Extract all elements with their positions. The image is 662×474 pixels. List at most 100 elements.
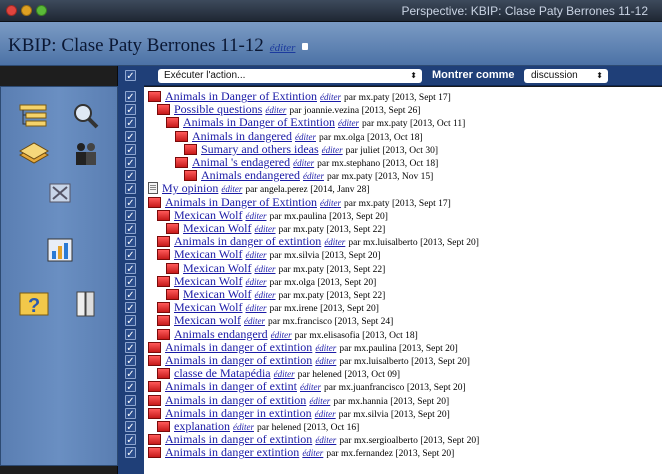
entry-title-link[interactable]: Animals endangerd — [174, 327, 268, 341]
entry-title-link[interactable]: Animals in danger of extition — [165, 393, 306, 407]
chart-icon[interactable] — [43, 235, 77, 265]
entry-title-link[interactable]: Mexican Wolf — [183, 261, 251, 275]
stack-icon[interactable] — [17, 139, 51, 169]
entry-title-link[interactable]: Mexican Wolf — [183, 287, 251, 301]
row-checkbox[interactable]: ✓ — [125, 275, 136, 288]
entry-edit-link[interactable]: éditer — [221, 184, 242, 194]
entry-title-link[interactable]: Animals in danger of extintion — [165, 340, 312, 354]
row-checkbox[interactable]: ✓ — [125, 143, 136, 156]
entry-edit-link[interactable]: éditer — [300, 382, 321, 392]
row-checkbox[interactable]: ✓ — [125, 170, 136, 182]
entry-title-link[interactable]: explanation — [174, 419, 230, 433]
entry-edit-link[interactable]: éditer — [245, 211, 266, 221]
entry-title-link[interactable]: Animals in Danger of Extintion — [165, 89, 317, 103]
entry-title-link[interactable]: Animals in danger of extintion — [165, 353, 312, 367]
entry-edit-link[interactable]: éditer — [244, 316, 265, 326]
entry-title-link[interactable]: Mexican Wolf — [174, 274, 242, 288]
entry-title-link[interactable]: Animals in Danger of Extintion — [165, 195, 317, 209]
entry-title-link[interactable]: Animals in danger in extintion — [165, 406, 312, 420]
row-checkbox[interactable]: ✓ — [125, 302, 136, 314]
row-checkbox[interactable]: ✓ — [125, 381, 136, 393]
entry-edit-link[interactable]: éditer — [233, 422, 254, 432]
entry-edit-link[interactable]: éditer — [245, 303, 266, 313]
row-checkbox[interactable]: ✓ — [125, 434, 136, 446]
entry-edit-link[interactable]: éditer — [295, 132, 316, 142]
entry-title-link[interactable]: Mexican Wolf — [174, 247, 242, 261]
entry-edit-link[interactable]: éditer — [271, 330, 292, 340]
entry-edit-link[interactable]: éditer — [302, 448, 323, 458]
row-checkbox[interactable]: ✓ — [125, 91, 136, 103]
hierarchy-icon[interactable] — [17, 101, 51, 131]
row-checkbox[interactable]: ✓ — [125, 183, 136, 195]
entry-edit-link[interactable]: éditer — [265, 105, 286, 115]
entry-edit-link[interactable]: éditer — [245, 277, 266, 287]
entry-title-link[interactable]: Animal 's endagered — [192, 155, 290, 169]
entry-edit-link[interactable]: éditer — [245, 250, 266, 260]
select-all-checkbox[interactable]: ✓ — [125, 70, 136, 82]
row-checkbox[interactable]: ✓ — [125, 394, 136, 407]
magnifier-icon[interactable] — [69, 101, 103, 131]
zoom-window-button[interactable] — [36, 5, 47, 16]
row-checkbox[interactable]: ✓ — [125, 421, 136, 433]
entry-title-link[interactable]: Animals in dangered — [192, 129, 292, 143]
entry-edit-link[interactable]: éditer — [315, 343, 336, 353]
entry-edit-link[interactable]: éditer — [254, 264, 275, 274]
row-checkbox[interactable]: ✓ — [125, 209, 136, 222]
book-icon[interactable] — [69, 289, 103, 319]
view-select[interactable]: discussion ⬍ — [524, 69, 608, 83]
row-checkbox[interactable]: ✓ — [125, 130, 136, 143]
row-checkbox[interactable]: ✓ — [125, 328, 136, 341]
entry-title-link[interactable]: Sumary and others ideas — [201, 142, 319, 156]
entry-edit-link[interactable]: éditer — [309, 396, 330, 406]
row-checkbox[interactable]: ✓ — [125, 262, 136, 275]
entry-title-link[interactable]: classe de Matapédia — [174, 366, 271, 380]
edit-title-link[interactable]: éditer — [270, 42, 296, 54]
entry-title-link[interactable]: Animals in danger of extint — [165, 379, 297, 393]
row-checkbox[interactable]: ✓ — [125, 236, 136, 248]
row-checkbox[interactable]: ✓ — [125, 157, 136, 169]
entry-edit-link[interactable]: éditer — [338, 118, 359, 128]
people-icon[interactable] — [69, 139, 103, 169]
row-checkbox[interactable]: ✓ — [125, 355, 136, 367]
row-checkbox[interactable]: ✓ — [125, 407, 136, 420]
action-select[interactable]: Exécuter l'action... ⬍ — [158, 69, 422, 83]
entry-title-link[interactable]: Mexican Wolf — [174, 300, 242, 314]
row-checkbox[interactable]: ✓ — [125, 223, 136, 235]
row-checkbox[interactable]: ✓ — [125, 196, 136, 209]
row-checkbox[interactable]: ✓ — [125, 117, 136, 129]
entry-title-link[interactable]: Mexican wolf — [174, 313, 241, 327]
entry-edit-link[interactable]: éditer — [320, 92, 341, 102]
row-checkbox[interactable]: ✓ — [125, 249, 136, 261]
entry-edit-link[interactable]: éditer — [274, 369, 295, 379]
row-checkbox[interactable]: ✓ — [125, 289, 136, 301]
entry-edit-link[interactable]: éditer — [322, 145, 343, 155]
entry-edit-link[interactable]: éditer — [320, 198, 341, 208]
entry-title-link[interactable]: Animals in danger of extintion — [165, 432, 312, 446]
page-menu-icon[interactable] — [302, 43, 309, 51]
entry-title-link[interactable]: Mexican Wolf — [183, 221, 251, 235]
entry-edit-link[interactable]: éditer — [254, 224, 275, 234]
entry-edit-link[interactable]: éditer — [324, 237, 345, 247]
row-checkbox[interactable]: ✓ — [125, 315, 136, 327]
row-checkbox[interactable]: ✓ — [125, 104, 136, 116]
entry-title-link[interactable]: Animals in danger of extintion — [174, 234, 321, 248]
entry-title-link[interactable]: My opinion — [162, 181, 218, 195]
entry-edit-link[interactable]: éditer — [315, 435, 336, 445]
entry-edit-link[interactable]: éditer — [315, 356, 336, 366]
close-window-button[interactable] — [6, 5, 17, 16]
row-checkbox[interactable]: ✓ — [125, 447, 136, 459]
entry-edit-link[interactable]: éditer — [254, 290, 275, 300]
entry-title-link[interactable]: Animals in Danger of Extintion — [183, 115, 335, 129]
entry-edit-link[interactable]: éditer — [293, 158, 314, 168]
entry-title-link[interactable]: Animals endangered — [201, 168, 300, 182]
entry-edit-link[interactable]: éditer — [315, 409, 336, 419]
help-icon[interactable]: ? — [17, 289, 51, 319]
entry-edit-link[interactable]: éditer — [303, 171, 324, 181]
row-checkbox[interactable]: ✓ — [125, 341, 136, 354]
row-checkbox[interactable]: ✓ — [125, 368, 136, 380]
entry-title-link[interactable]: Mexican Wolf — [174, 208, 242, 222]
entry-title-link[interactable]: Animals in danger extintion — [165, 445, 299, 459]
close-box-icon[interactable] — [43, 177, 77, 207]
entry-title-link[interactable]: Possible questions — [174, 102, 262, 116]
minimize-window-button[interactable] — [21, 5, 32, 16]
